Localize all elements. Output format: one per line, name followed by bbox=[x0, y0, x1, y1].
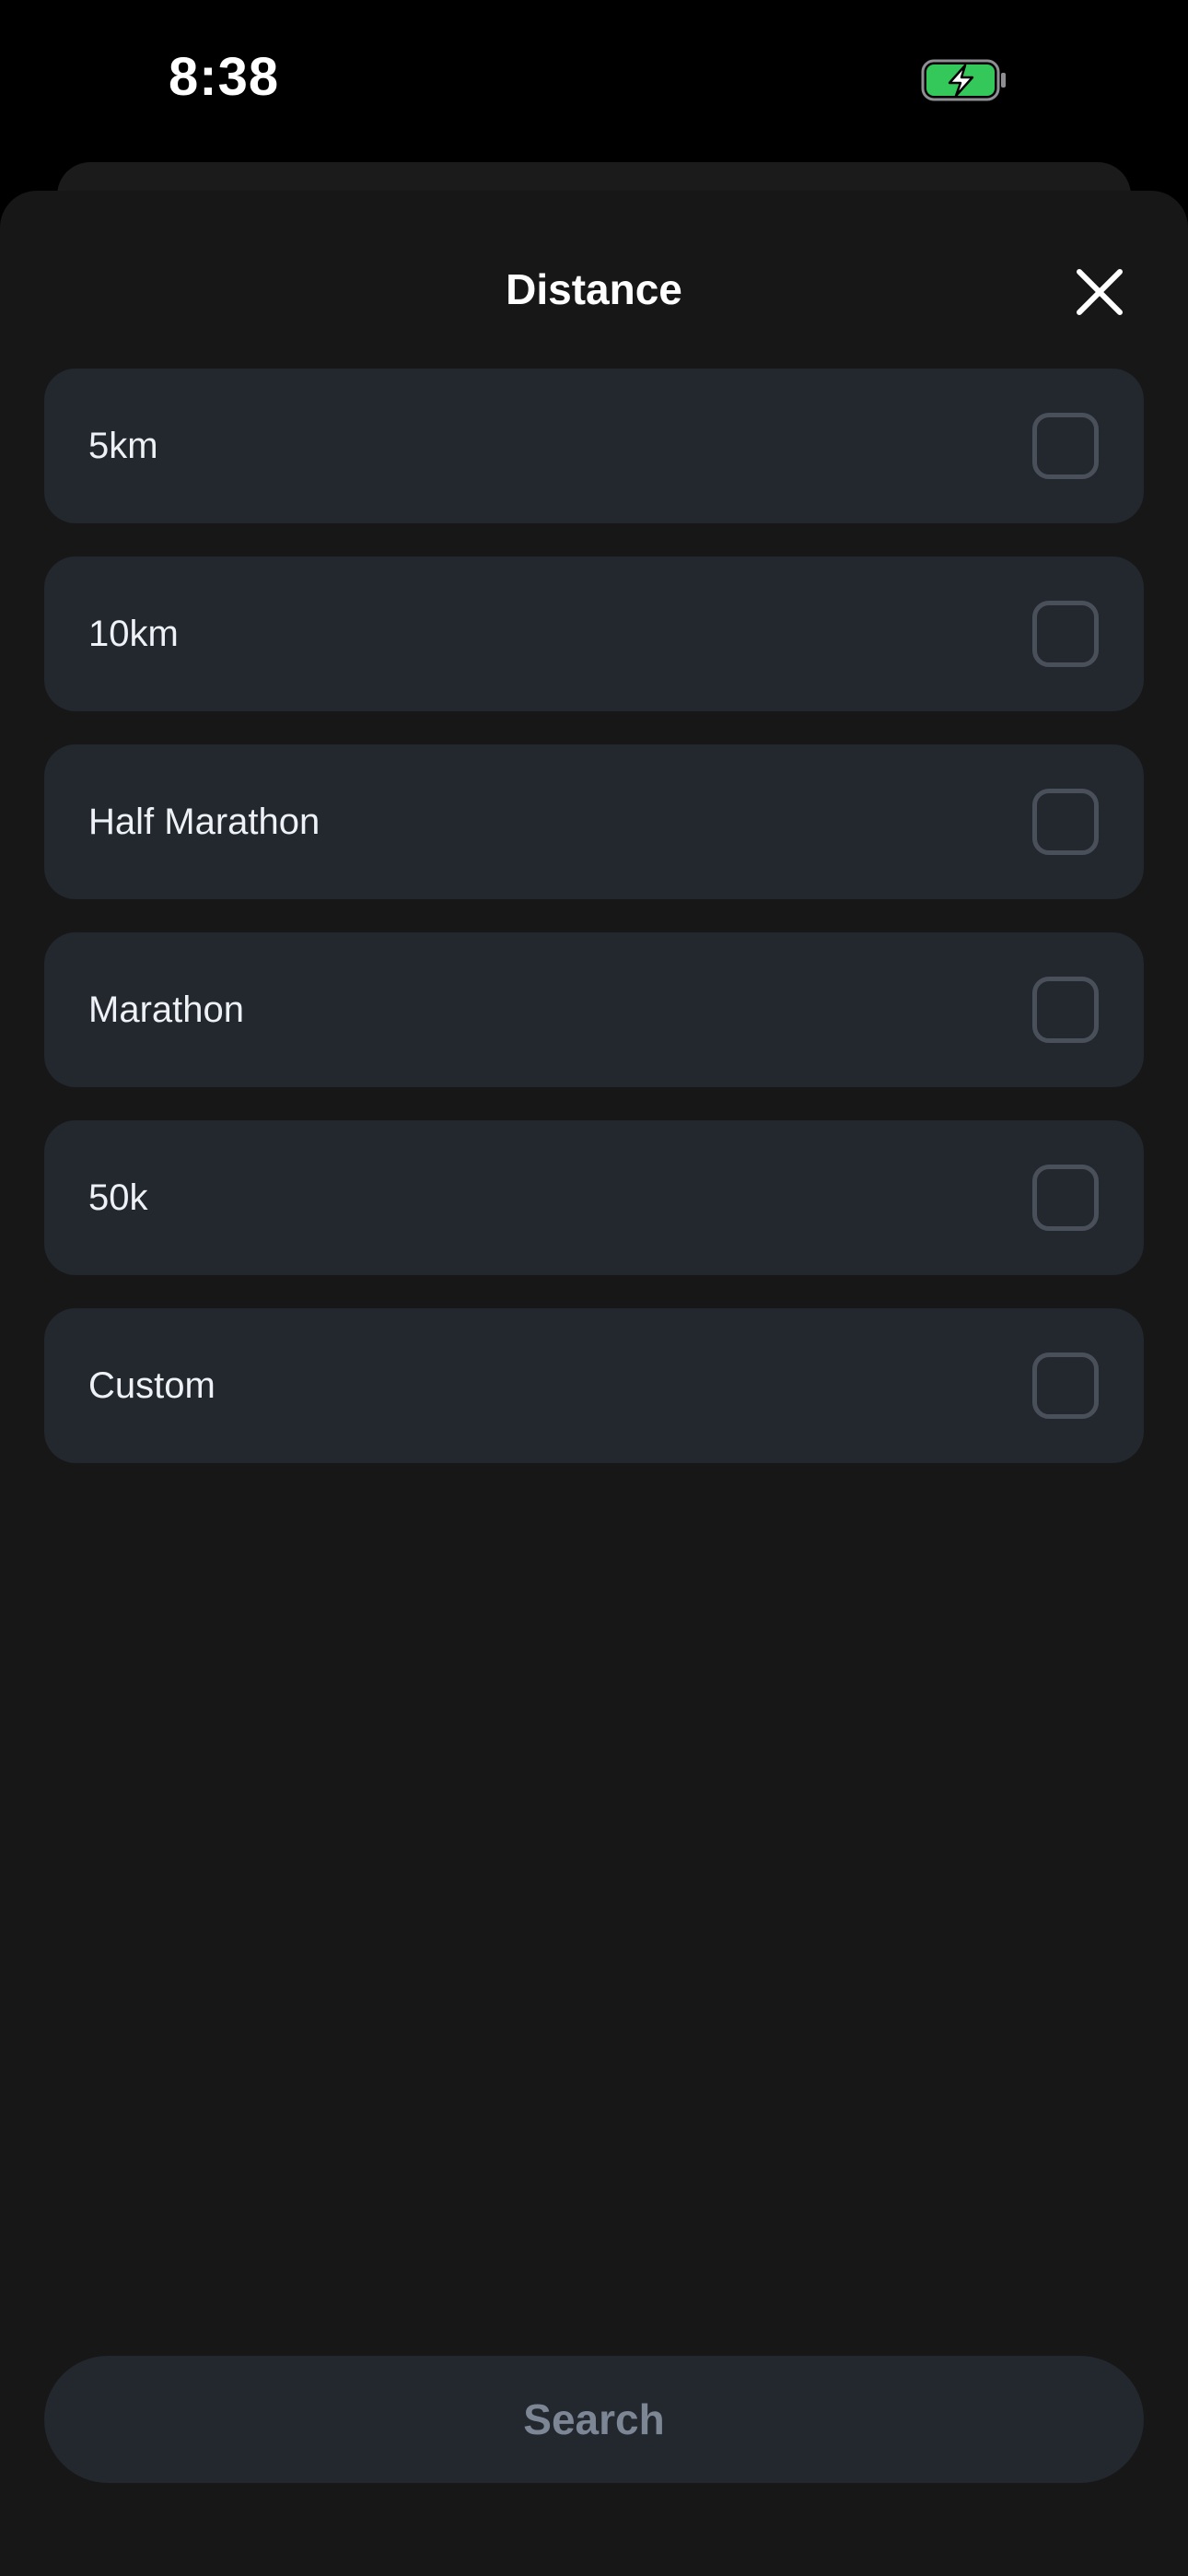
search-button[interactable]: Search bbox=[44, 2356, 1144, 2483]
option-checkbox[interactable] bbox=[1032, 601, 1099, 667]
option-checkbox[interactable] bbox=[1032, 1352, 1099, 1419]
battery-charging-icon bbox=[921, 59, 1007, 101]
option-label: 50k bbox=[88, 1177, 148, 1218]
option-half-marathon[interactable]: Half Marathon bbox=[44, 744, 1144, 899]
option-label: Marathon bbox=[88, 989, 244, 1030]
option-checkbox[interactable] bbox=[1032, 413, 1099, 479]
status-bar: 8:38 bbox=[0, 0, 1188, 161]
close-button[interactable] bbox=[1071, 263, 1128, 321]
distance-options: 5km 10km Half Marathon Marathon 50k Cust… bbox=[44, 369, 1144, 1496]
option-label: 10km bbox=[88, 614, 179, 654]
status-time: 8:38 bbox=[169, 47, 280, 107]
option-checkbox[interactable] bbox=[1032, 977, 1099, 1043]
option-label: 5km bbox=[88, 426, 158, 466]
close-icon bbox=[1077, 269, 1123, 315]
option-marathon[interactable]: Marathon bbox=[44, 932, 1144, 1087]
option-label: Custom bbox=[88, 1365, 215, 1406]
option-label: Half Marathon bbox=[88, 802, 320, 842]
screen: 8:38 Distance 5km 10km Half Marathon Mar… bbox=[0, 0, 1188, 2576]
option-checkbox[interactable] bbox=[1032, 789, 1099, 855]
sheet-title: Distance bbox=[506, 265, 682, 313]
option-5km[interactable]: 5km bbox=[44, 369, 1144, 523]
distance-sheet: Distance 5km 10km Half Marathon Marathon bbox=[0, 191, 1188, 2576]
option-checkbox[interactable] bbox=[1032, 1165, 1099, 1231]
option-custom[interactable]: Custom bbox=[44, 1308, 1144, 1463]
option-10km[interactable]: 10km bbox=[44, 556, 1144, 711]
option-50k[interactable]: 50k bbox=[44, 1120, 1144, 1275]
